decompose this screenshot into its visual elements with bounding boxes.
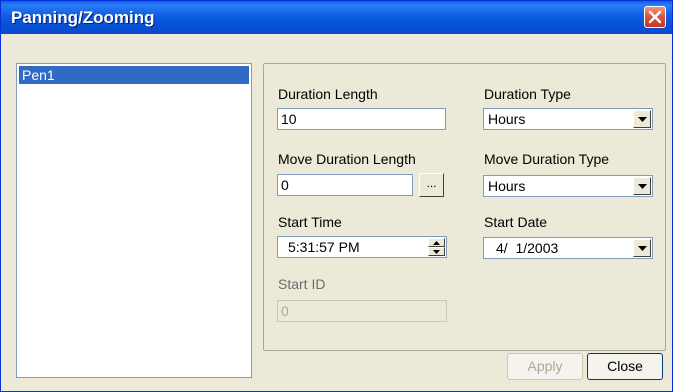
duration-type-dropdown-button[interactable] [633, 110, 651, 128]
start-date-label: Start Date [484, 214, 548, 230]
start-time-spinner[interactable] [428, 238, 445, 256]
pen-list[interactable]: Pen1 [16, 63, 252, 378]
spin-up-icon [433, 241, 440, 245]
dialog-content: Pen1 Duration Length 10 Duration Type Ho… [1, 34, 672, 391]
move-duration-type-value: Hours [488, 178, 526, 194]
close-window-button[interactable] [644, 6, 666, 28]
start-time-value: 5:31:57 PM [288, 239, 360, 255]
start-date-picker[interactable]: 4/ 1/2003 [483, 237, 653, 259]
list-item[interactable]: Pen1 [19, 66, 249, 84]
chevron-down-icon [638, 246, 647, 251]
move-duration-length-label: Move Duration Length [278, 151, 416, 167]
duration-type-select[interactable]: Hours [483, 108, 653, 130]
start-time-input[interactable]: 5:31:57 PM [277, 236, 447, 258]
spin-up-button[interactable] [428, 238, 445, 247]
move-duration-type-select[interactable]: Hours [483, 175, 653, 197]
spin-down-icon [433, 250, 440, 254]
move-duration-type-label: Move Duration Type [484, 151, 610, 167]
apply-button[interactable]: Apply [507, 353, 583, 380]
panning-zooming-dialog: Panning/Zooming Pen1 Duration Length 10 … [0, 0, 673, 392]
title-bar[interactable]: Panning/Zooming [1, 1, 672, 34]
browse-button[interactable]: ... [419, 173, 444, 197]
start-date-dropdown-button[interactable] [633, 239, 651, 257]
chevron-down-icon [638, 117, 647, 122]
duration-type-value: Hours [488, 111, 526, 127]
start-id-input[interactable]: 0 [277, 300, 447, 322]
spin-down-button[interactable] [428, 247, 445, 256]
close-button[interactable]: Close [587, 353, 663, 380]
duration-type-label: Duration Type [484, 86, 571, 102]
duration-length-label: Duration Length [278, 86, 378, 102]
window-title: Panning/Zooming [11, 8, 155, 27]
close-icon [648, 10, 662, 24]
duration-length-input[interactable]: 10 [277, 108, 446, 130]
move-duration-length-input[interactable]: 0 [277, 174, 413, 196]
chevron-down-icon [638, 184, 647, 189]
start-id-label: Start ID [278, 276, 326, 292]
start-time-label: Start Time [278, 214, 342, 230]
move-duration-type-dropdown-button[interactable] [633, 177, 651, 195]
start-date-value: 4/ 1/2003 [496, 240, 559, 256]
settings-panel: Duration Length 10 Duration Type Hours M… [263, 63, 666, 351]
